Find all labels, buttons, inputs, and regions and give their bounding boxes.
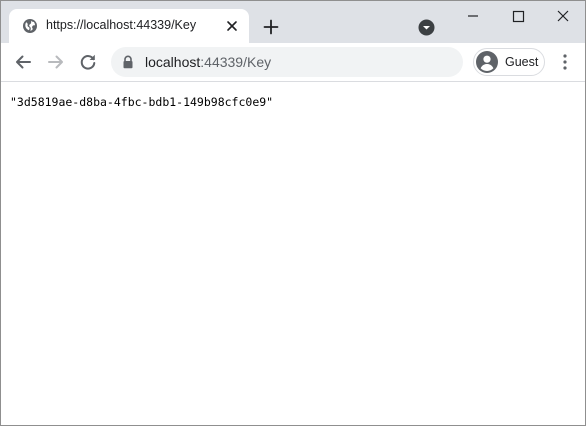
profile-button[interactable]: Guest <box>473 48 545 76</box>
profile-label: Guest <box>505 55 539 69</box>
back-arrow-icon[interactable] <box>12 51 34 73</box>
tab-strip: https://localhost:44339/Key <box>1 1 585 43</box>
window-maximize-icon[interactable] <box>504 4 532 28</box>
url-path: :44339/Key <box>200 54 272 70</box>
json-response-text: "3d5819ae-d8ba-4fbc-bdb1-149b98cfc0e9" <box>10 95 274 109</box>
browser-toolbar: localhost:44339/Key Guest <box>1 43 585 82</box>
guest-avatar-icon <box>475 50 499 74</box>
active-tab[interactable]: https://localhost:44339/Key <box>9 9 249 43</box>
kebab-menu-icon[interactable] <box>556 52 574 72</box>
url-text[interactable]: localhost:44339/Key <box>145 54 271 70</box>
close-tab-icon[interactable] <box>224 18 240 34</box>
browser-window: https://localhost:44339/Key localhost:44… <box>0 0 586 426</box>
address-bar[interactable]: localhost:44339/Key <box>111 47 463 77</box>
url-host: localhost <box>145 54 201 70</box>
reload-icon[interactable] <box>77 51 99 73</box>
window-minimize-icon[interactable] <box>459 4 487 28</box>
tab-title: https://localhost:44339/Key <box>46 18 197 32</box>
new-tab-plus-icon[interactable] <box>261 17 281 37</box>
globe-icon <box>22 18 38 34</box>
tab-search-chevron-icon[interactable] <box>418 19 435 36</box>
lock-icon[interactable] <box>121 55 135 69</box>
window-close-icon[interactable] <box>549 4 577 28</box>
forward-arrow-icon[interactable] <box>45 51 67 73</box>
page-content: "3d5819ae-d8ba-4fbc-bdb1-149b98cfc0e9" <box>1 82 585 425</box>
